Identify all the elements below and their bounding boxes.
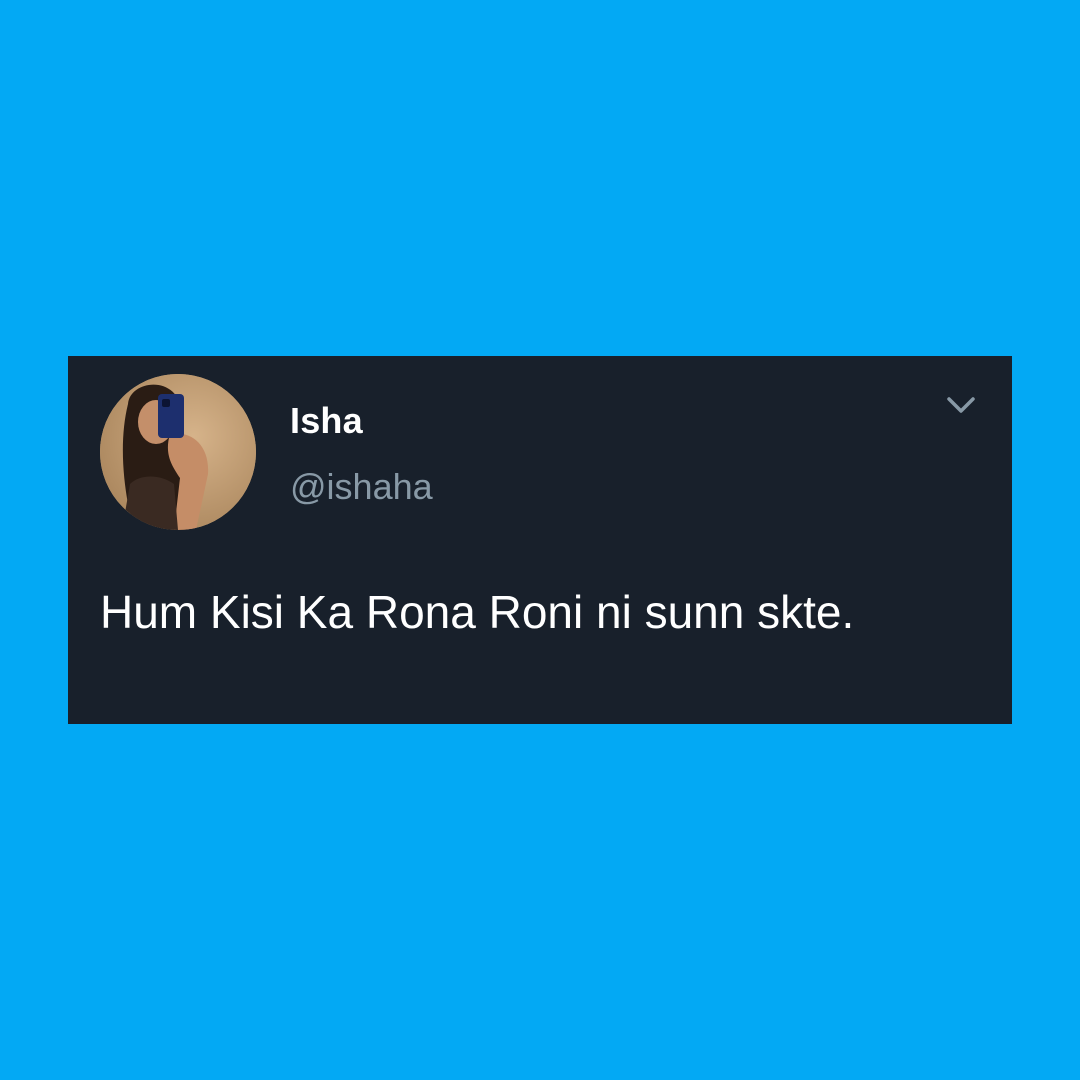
tweet-text: Hum Kisi Ka Rona Roni ni sunn skte. — [100, 586, 855, 638]
user-handle[interactable]: @ishaha — [290, 466, 433, 508]
avatar[interactable] — [100, 374, 256, 530]
chevron-down-icon[interactable] — [944, 392, 978, 418]
display-name[interactable]: Isha — [290, 400, 363, 442]
tweet-card: Isha @ishaha Hum Kisi Ka Rona Roni ni su… — [68, 356, 1012, 724]
